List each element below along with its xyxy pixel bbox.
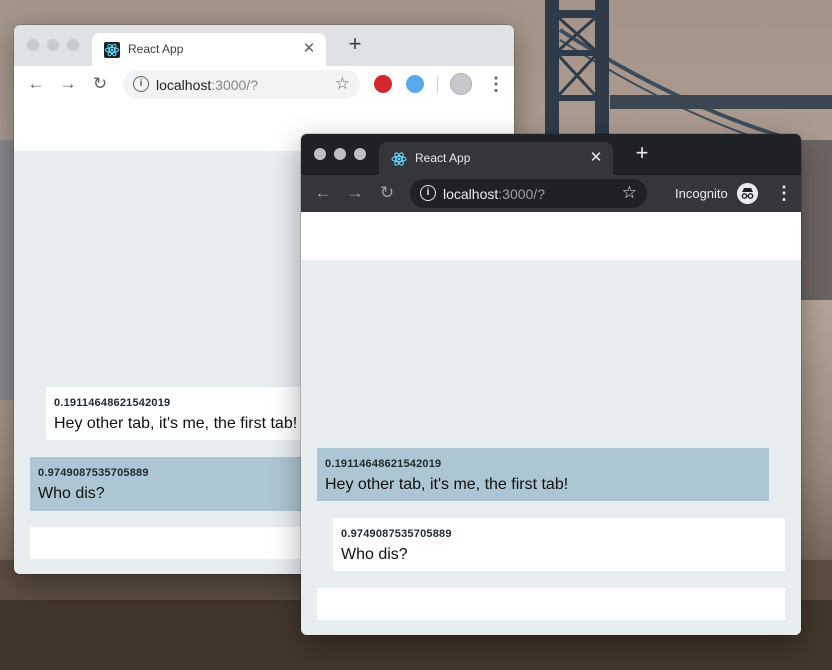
- extension-icon[interactable]: [406, 75, 424, 93]
- message-item-own: 0.19114648621542019 Hey other tab, it's …: [317, 448, 769, 501]
- message-id: 0.9749087535705889: [341, 528, 452, 540]
- message-text: Hey other tab, it's me, the first tab!: [325, 476, 569, 493]
- tab-title: React App: [415, 151, 471, 165]
- tab-react-app[interactable]: React App ✕: [379, 142, 613, 175]
- minimize-window-button[interactable]: [47, 39, 59, 51]
- reload-icon[interactable]: ↻: [376, 183, 398, 203]
- forward-arrow-icon[interactable]: →: [57, 74, 79, 94]
- browser-menu-icon[interactable]: ⋮: [487, 74, 505, 94]
- toolbar-divider: [437, 77, 438, 93]
- reload-icon[interactable]: ↻: [89, 74, 111, 94]
- message-id: 0.9749087535705889: [38, 467, 149, 479]
- tab-bar: React App ✕ +: [301, 134, 801, 175]
- address-bar[interactable]: i localhost:3000/? ☆: [123, 70, 360, 99]
- browser-menu-icon[interactable]: ⋮: [775, 183, 793, 203]
- browser-toolbar: ← → ↻ i localhost:3000/? ☆ Incognito ⋮: [301, 175, 801, 212]
- adblock-extension-icon[interactable]: [374, 75, 392, 93]
- page-content: 0.19114648621542019 Hey other tab, it's …: [301, 212, 801, 635]
- message-item: 0.9749087535705889 Who dis?: [333, 518, 785, 571]
- react-logo-icon: [104, 42, 120, 58]
- page-header: [301, 212, 801, 260]
- new-tab-button[interactable]: +: [631, 142, 653, 164]
- window-controls: [314, 148, 366, 160]
- back-arrow-icon[interactable]: ←: [25, 74, 47, 94]
- bookmark-star-icon[interactable]: ☆: [335, 74, 350, 94]
- url-text[interactable]: localhost:3000/?: [156, 77, 258, 93]
- message-text: Who dis?: [38, 485, 105, 502]
- tab-close-icon[interactable]: ✕: [587, 149, 605, 167]
- message-id: 0.19114648621542019: [54, 397, 171, 409]
- browser-window-incognito: React App ✕ + ← → ↻ i localhost:3000/? ☆…: [301, 134, 801, 635]
- close-window-button[interactable]: [314, 148, 326, 160]
- incognito-label: Incognito: [675, 186, 728, 201]
- url-text[interactable]: localhost:3000/?: [443, 186, 545, 202]
- url-host: localhost: [443, 186, 499, 202]
- message-text: Who dis?: [341, 546, 408, 563]
- tab-title: React App: [128, 42, 184, 56]
- site-info-icon[interactable]: i: [420, 185, 436, 201]
- site-info-icon[interactable]: i: [133, 76, 149, 92]
- tab-close-icon[interactable]: ✕: [300, 40, 318, 58]
- back-arrow-icon[interactable]: ←: [312, 183, 334, 203]
- bookmark-star-icon[interactable]: ☆: [622, 183, 637, 203]
- close-window-button[interactable]: [27, 39, 39, 51]
- forward-arrow-icon[interactable]: →: [344, 183, 366, 203]
- maximize-window-button[interactable]: [354, 148, 366, 160]
- url-path: :3000/?: [498, 186, 545, 202]
- message-text: Hey other tab, it's me, the first tab!: [54, 415, 298, 432]
- message-id: 0.19114648621542019: [325, 458, 442, 470]
- maximize-window-button[interactable]: [67, 39, 79, 51]
- window-controls: [27, 39, 79, 51]
- address-bar[interactable]: i localhost:3000/? ☆: [410, 179, 647, 208]
- url-host: localhost: [156, 77, 212, 93]
- message-input[interactable]: [317, 588, 785, 620]
- react-logo-icon: [391, 152, 407, 166]
- tab-bar: React App ✕ +: [14, 25, 514, 66]
- browser-toolbar: ← → ↻ i localhost:3000/? ☆ ⋮: [14, 66, 514, 104]
- tab-react-app[interactable]: React App ✕: [92, 33, 326, 66]
- url-path: :3000/?: [211, 77, 258, 93]
- new-tab-button[interactable]: +: [344, 33, 366, 55]
- profile-avatar-icon[interactable]: [450, 73, 472, 95]
- incognito-icon[interactable]: [737, 183, 758, 204]
- minimize-window-button[interactable]: [334, 148, 346, 160]
